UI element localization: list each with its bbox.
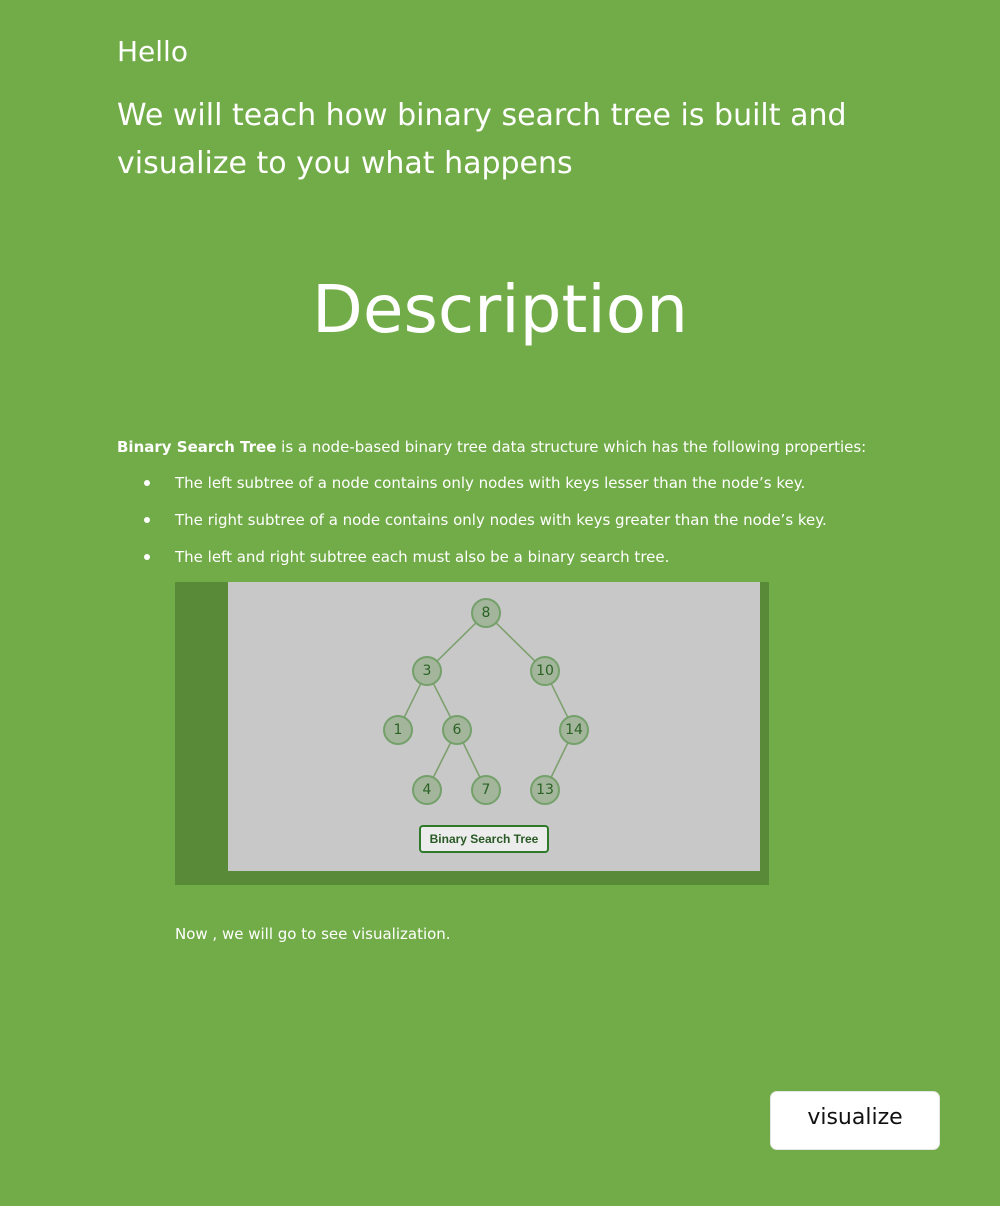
property-text: The left and right subtree each must als… [175, 548, 670, 566]
tree-node-1: 1 [383, 715, 413, 745]
tree-node-8: 8 [471, 598, 501, 628]
tree-edge-3-6 [432, 683, 452, 718]
definition-paragraph: Binary Search Tree is a node-based binar… [117, 436, 977, 458]
tree-node-6: 6 [442, 715, 472, 745]
tree-node-7: 7 [471, 775, 501, 805]
outro-text: Now , we will go to see visualization. [175, 925, 451, 943]
tree-node-13: 13 [530, 775, 560, 805]
tree-node-label: 3 [423, 663, 432, 679]
tree-node-label: 8 [482, 605, 491, 621]
tree-node-label: 14 [565, 722, 583, 738]
tree-edge-3-1 [403, 683, 422, 718]
list-item: The left and right subtree each must als… [117, 545, 977, 582]
visualize-button[interactable]: visualize [770, 1091, 940, 1150]
property-text: The right subtree of a node contains onl… [175, 511, 827, 529]
bullet-icon [144, 480, 150, 486]
greeting: Hello [117, 35, 188, 68]
definition-term: Binary Search Tree [117, 438, 277, 456]
tree-node-4: 4 [412, 775, 442, 805]
tree-node-label: 13 [536, 782, 554, 798]
tree-node-14: 14 [559, 715, 589, 745]
tree-edge-10-14 [550, 683, 569, 718]
tree-node-label: 7 [482, 782, 491, 798]
tree-edge-6-7 [462, 742, 481, 778]
tree-node-label: 10 [536, 663, 554, 679]
tree-figure: 8 3 10 1 6 14 4 7 13 Binary Search Tree [175, 582, 769, 885]
tree-edge-8-3 [436, 622, 477, 662]
tree-edge-8-10 [495, 622, 536, 662]
tree-node-label: 1 [394, 722, 403, 738]
definition-text: is a node-based binary tree data structu… [276, 438, 867, 456]
tree-node-label: 6 [453, 722, 462, 738]
bullet-icon [144, 517, 150, 523]
tree-caption: Binary Search Tree [419, 825, 549, 853]
intro-text: We will teach how binary search tree is … [117, 98, 847, 181]
list-item: The right subtree of a node contains onl… [117, 508, 977, 545]
tree-figure-canvas: 8 3 10 1 6 14 4 7 13 Binary Search Tree [228, 582, 760, 871]
tree-node-label: 4 [423, 782, 432, 798]
tree-node-10: 10 [530, 656, 560, 686]
properties-list: The left subtree of a node contains only… [117, 471, 977, 582]
bullet-icon [144, 554, 150, 560]
tree-node-3: 3 [412, 656, 442, 686]
tree-edge-14-13 [550, 742, 569, 778]
list-item: The left subtree of a node contains only… [117, 471, 977, 508]
property-text: The left subtree of a node contains only… [175, 474, 806, 492]
section-title: Description [312, 271, 688, 348]
tree-edge-6-4 [432, 742, 452, 778]
